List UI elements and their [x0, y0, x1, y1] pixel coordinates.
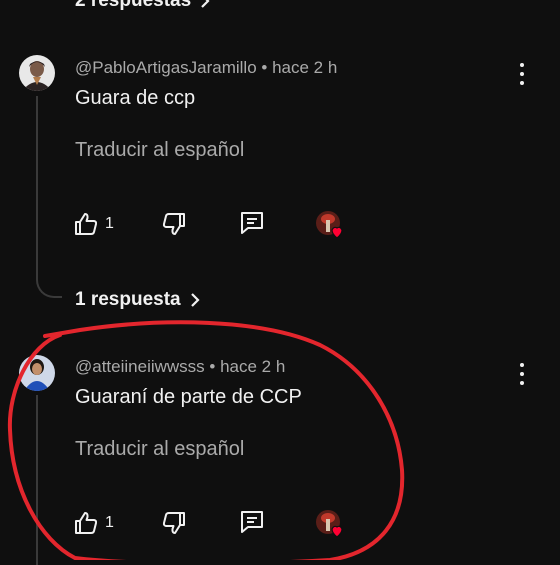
thumbs-down-icon: [162, 512, 185, 534]
replies-label: 1 respuesta: [75, 289, 181, 310]
view-replies-link[interactable]: 2 respuestas: [75, 0, 211, 12]
avatar[interactable]: [19, 355, 55, 391]
view-replies-link[interactable]: 1 respuesta: [75, 289, 201, 311]
dislike-button[interactable]: [161, 211, 187, 237]
replies-label: 2 respuestas: [75, 0, 192, 11]
reply-icon: [241, 511, 263, 533]
reply-button[interactable]: [239, 210, 265, 236]
chevron-right-icon: [190, 293, 200, 307]
creator-heart-icon: [315, 509, 347, 541]
comment-text: Guara de ccp: [75, 87, 196, 109]
thumbs-up-icon: [75, 213, 98, 235]
like-count: 1: [105, 514, 114, 531]
like-button[interactable]: 1: [73, 211, 114, 237]
thread-line: [36, 96, 62, 298]
comment-meta: @PabloArtigasJaramillo • hace 2 h: [75, 58, 337, 78]
thread-line: [36, 395, 38, 565]
annotation-circle: [7, 320, 405, 560]
more-vert-icon[interactable]: [519, 363, 525, 385]
comment-text: Guaraní de parte de CCP: [75, 386, 302, 408]
creator-heart-icon: [315, 210, 347, 242]
translate-link[interactable]: Traducir al español: [75, 139, 244, 162]
reply-button[interactable]: [239, 509, 265, 535]
author-handle[interactable]: @PabloArtigasJaramillo: [75, 58, 257, 77]
dislike-button[interactable]: [161, 510, 187, 536]
comment-time: • hace 2 h: [209, 357, 286, 376]
translate-link[interactable]: Traducir al español: [75, 438, 244, 461]
like-button[interactable]: 1: [73, 510, 114, 536]
thumbs-up-icon: [75, 512, 98, 534]
like-count: 1: [105, 215, 114, 232]
author-handle[interactable]: @atteiineiiwwsss: [75, 357, 205, 376]
thumbs-down-icon: [162, 213, 185, 235]
more-vert-icon[interactable]: [519, 63, 525, 85]
comment-time: • hace 2 h: [261, 58, 338, 77]
comment-meta: @atteiineiiwwsss • hace 2 h: [75, 357, 285, 377]
reply-icon: [241, 212, 263, 234]
chevron-right-icon: [201, 0, 210, 8]
avatar[interactable]: [19, 55, 55, 91]
